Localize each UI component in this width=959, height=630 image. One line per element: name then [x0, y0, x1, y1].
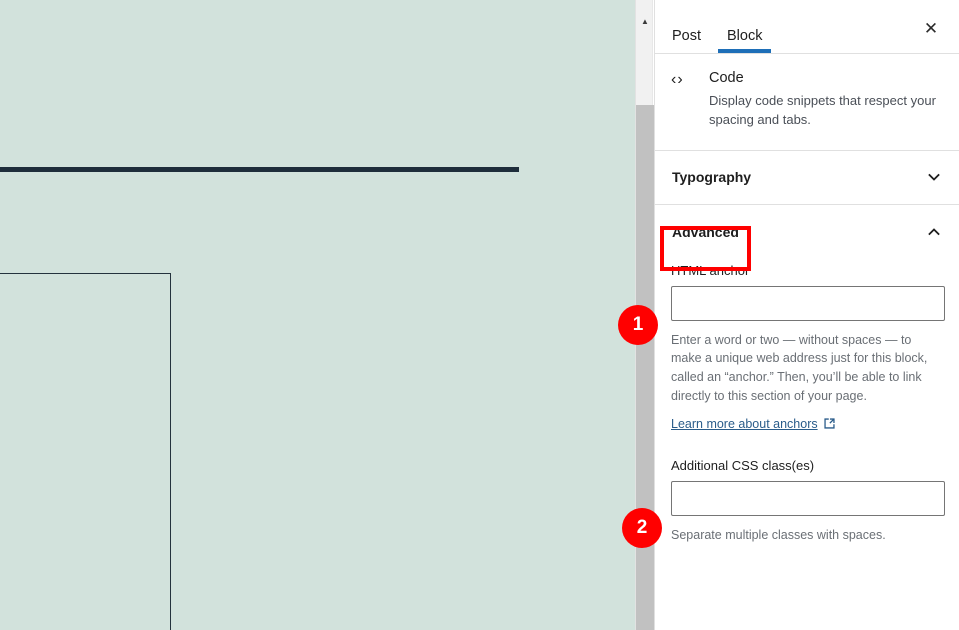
html-anchor-label: HTML anchor [671, 262, 750, 278]
screen-root: ▲ Post Block ✕ ‹› Code Display code snip… [0, 0, 959, 630]
section-typography[interactable]: Typography [655, 150, 959, 205]
additional-css-label: Additional CSS class(es) [671, 457, 815, 473]
chevron-up-icon [927, 225, 941, 239]
block-info-card: ‹› Code Display code snippets that respe… [655, 54, 959, 151]
tab-block[interactable]: Block [714, 0, 775, 53]
block-title: Code [709, 70, 744, 86]
section-typography-label: Typography [672, 169, 752, 186]
annotation-badge-2: 2 [622, 508, 662, 548]
block-settings-panel: Post Block ✕ ‹› Code Display code snippe… [654, 0, 959, 630]
scrollbar-thumb[interactable] [636, 105, 654, 630]
learn-more-about-anchors-link[interactable]: Learn more about anchors [671, 417, 836, 431]
code-icon: ‹› [671, 71, 684, 88]
html-anchor-help-text: Enter a word or two — without spaces — t… [671, 332, 928, 403]
annotation-badge-1: 1 [618, 305, 658, 345]
block-info-text: Code Display code snippets that respect … [709, 70, 941, 130]
scroll-up-arrow-icon[interactable]: ▲ [636, 14, 654, 30]
content-placeholder-box[interactable] [0, 273, 171, 630]
html-anchor-input[interactable] [671, 285, 945, 321]
external-link-icon [823, 417, 836, 430]
tab-post[interactable]: Post [659, 0, 714, 53]
chevron-down-icon [927, 170, 941, 184]
block-description: Display code snippets that respect your … [709, 93, 936, 127]
learn-more-label: Learn more about anchors [671, 416, 818, 431]
additional-css-input[interactable] [671, 480, 945, 516]
close-settings-button[interactable]: ✕ [912, 9, 950, 47]
additional-css-help-text: Separate multiple classes with spaces. [671, 527, 886, 542]
section-advanced-label: Advanced [672, 223, 739, 240]
separator-rule-block[interactable] [0, 167, 519, 172]
block-editor-canvas[interactable] [0, 0, 635, 630]
advanced-section-body: HTML anchor Enter a word or two — withou… [655, 259, 959, 545]
additional-css-field-group: Additional CSS class(es) Separate multip… [671, 457, 945, 545]
panel-tab-bar: Post Block ✕ [655, 0, 959, 54]
section-advanced[interactable]: Advanced [655, 204, 959, 259]
